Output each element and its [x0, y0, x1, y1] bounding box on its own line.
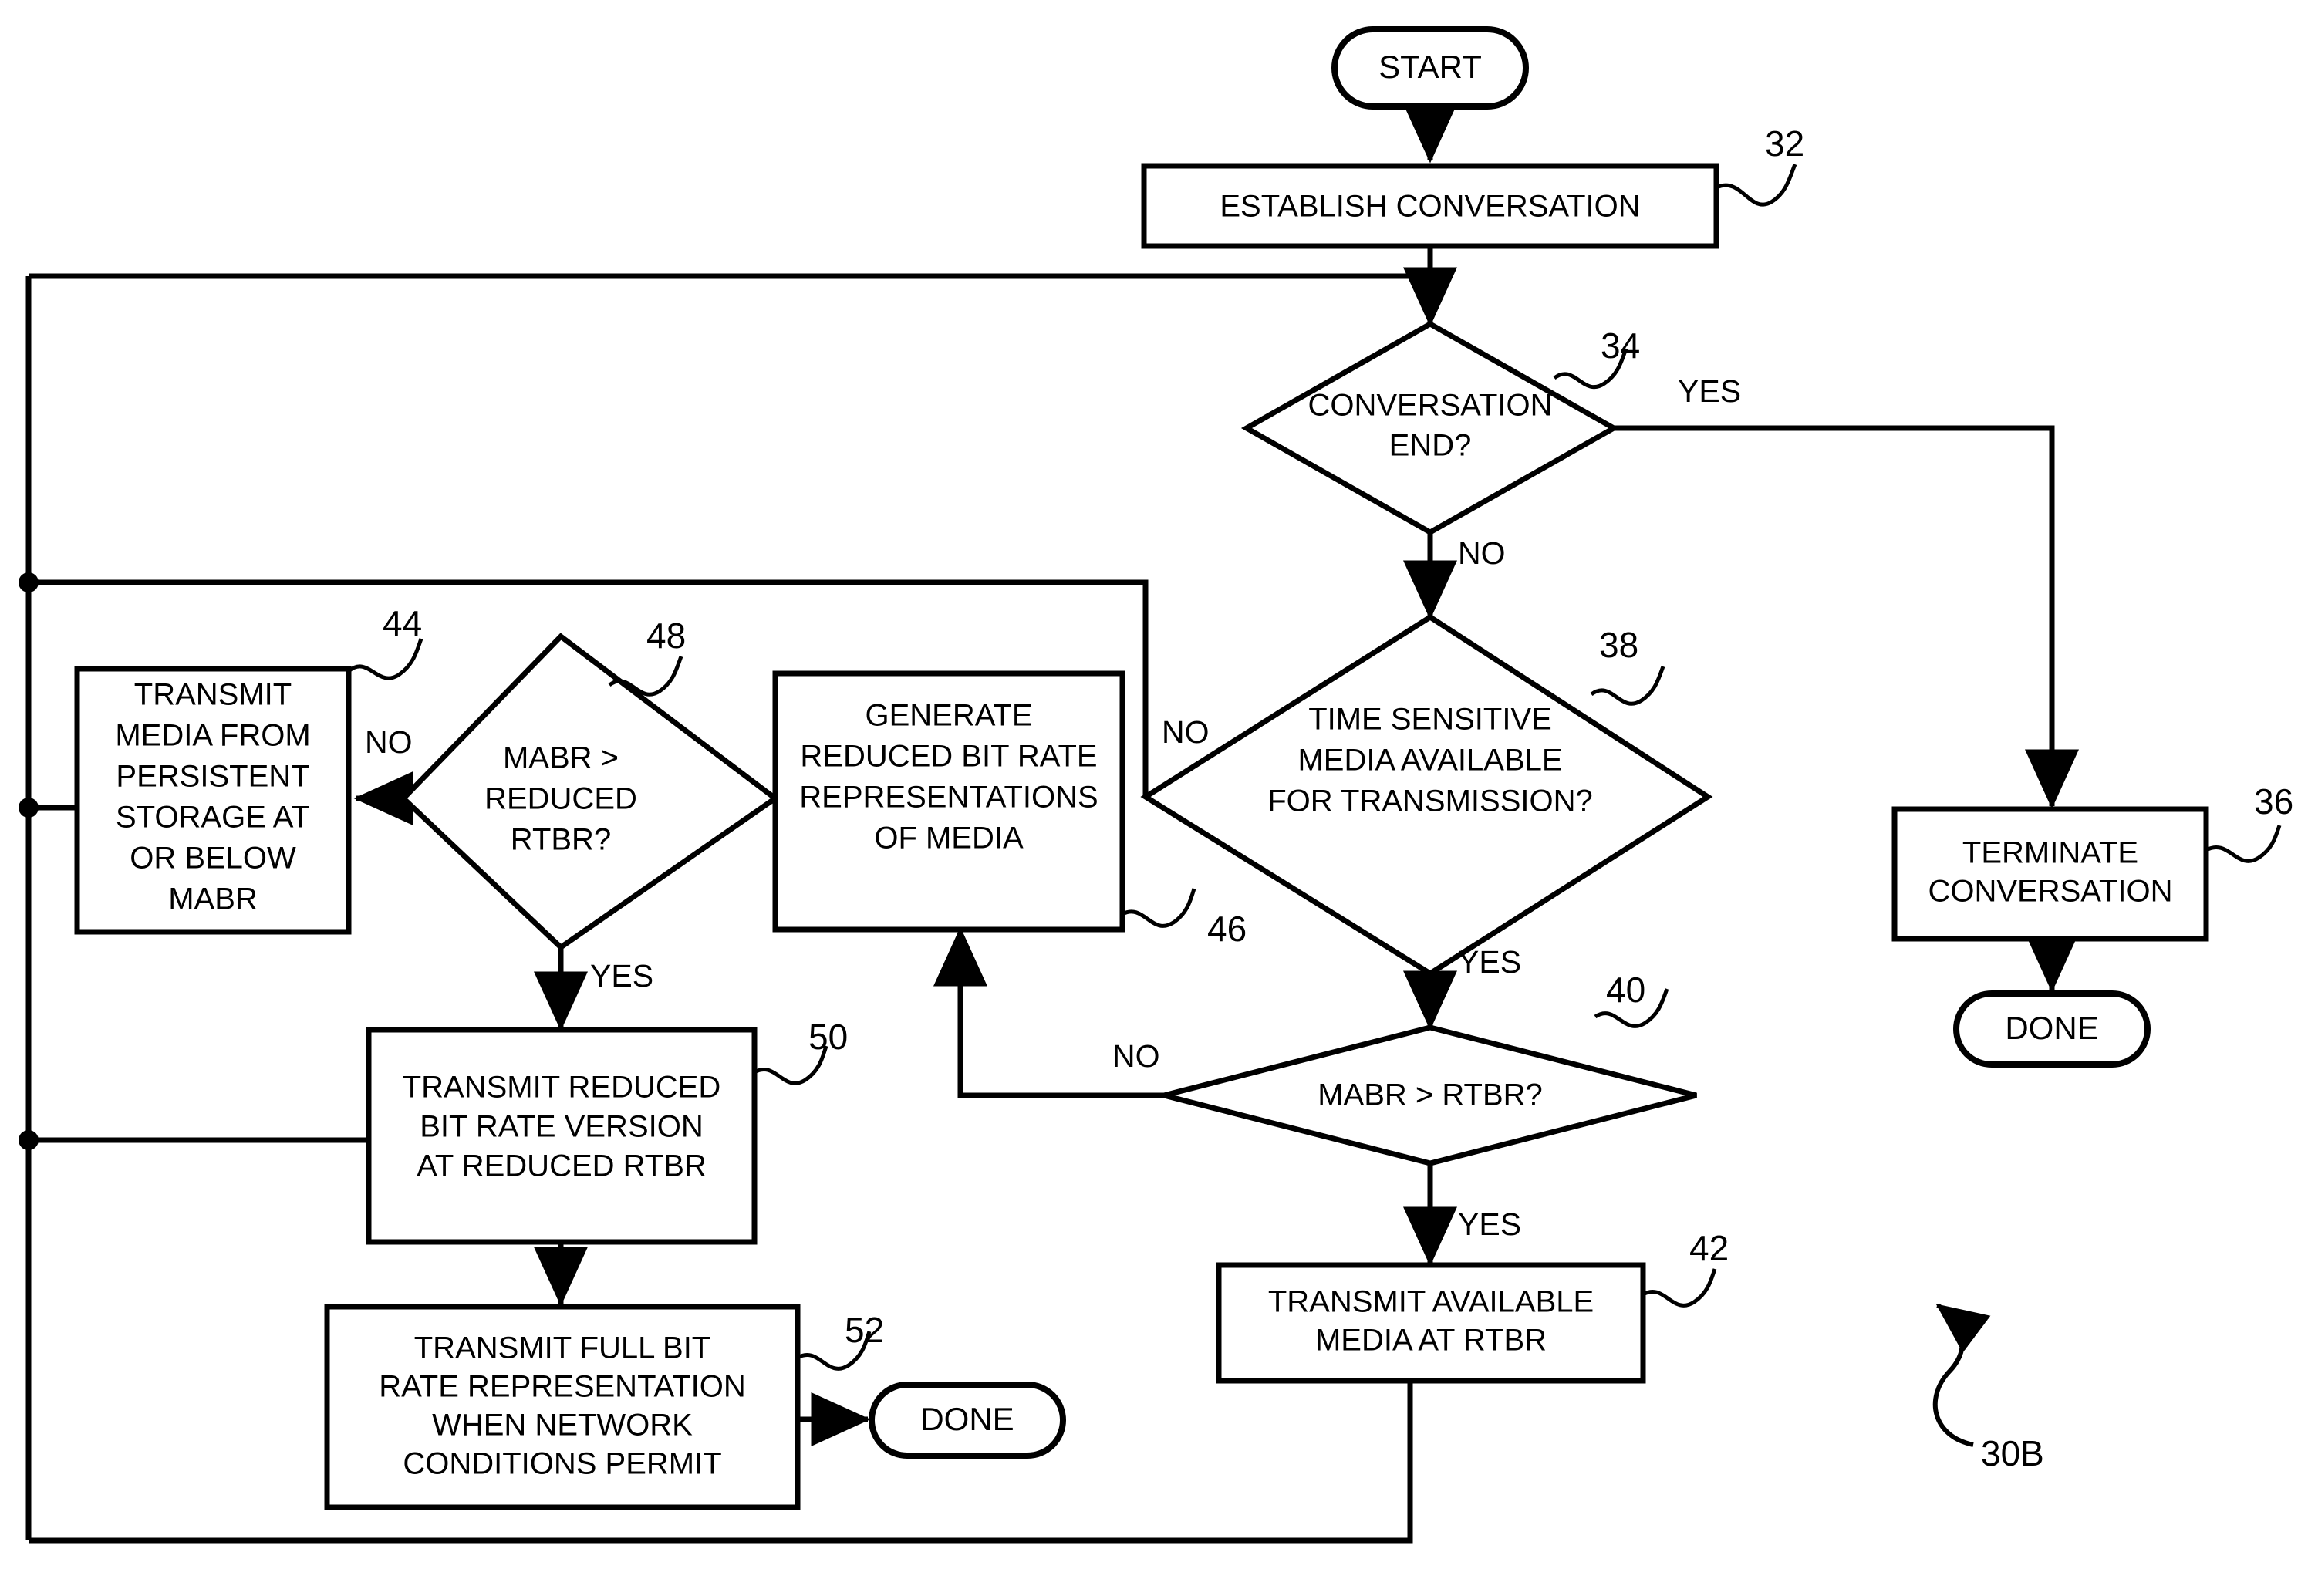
conversation-end-line-1: CONVERSATION	[1308, 389, 1552, 423]
terminate-line-1: TERMINATE	[1962, 836, 2138, 870]
node-mabr-gt-reduced-rtbr: MABR > REDUCED RTBR?	[400, 633, 780, 951]
persistent-line-3: PERSISTENT	[116, 760, 309, 794]
flowchart-figure: START ESTABLISH CONVERSATION 32 CONVERSA…	[0, 0, 2308, 1596]
leader-line-36	[2205, 825, 2282, 863]
node-done-right: DONE	[1953, 990, 2151, 1068]
start-label: START	[1378, 49, 1482, 85]
leader-line-46	[1121, 888, 1196, 928]
conversation-end-line-2: END?	[1389, 429, 1472, 463]
ref-number-44: 44	[383, 603, 422, 643]
ref-number-34: 34	[1601, 326, 1640, 366]
edge-label-mabr-reduced-no: NO	[365, 724, 413, 760]
time-sensitive-line-1: TIME SENSITIVE	[1308, 703, 1552, 737]
ref-number-46: 46	[1207, 909, 1247, 949]
transmit-reduced-line-3: AT REDUCED RTBR	[417, 1149, 707, 1183]
node-transmit-available-media: TRANSMIT AVAILABLE MEDIA AT RTBR	[1216, 1262, 1646, 1384]
transmit-available-line-2: MEDIA AT RTBR	[1315, 1324, 1547, 1358]
node-conversation-end: CONVERSATION END?	[1240, 320, 1620, 536]
done-right-label: DONE	[2005, 1010, 2098, 1046]
transmit-full-line-1: TRANSMIT FULL BIT	[414, 1331, 711, 1365]
ref-number-32: 32	[1765, 123, 1804, 164]
generate-line-1: GENERATE	[865, 699, 1032, 733]
terminate-line-2: CONVERSATION	[1928, 875, 2172, 909]
edge-label-mabr-rtbr-no: NO	[1112, 1038, 1160, 1074]
transmit-full-line-3: WHEN NETWORK	[432, 1409, 693, 1442]
mabr-reduced-line-2: REDUCED	[484, 782, 637, 816]
persistent-line-6: MABR	[168, 882, 258, 916]
node-done-left: DONE	[869, 1382, 1066, 1459]
edge-label-mabr-rtbr-yes: YES	[1458, 1206, 1521, 1242]
connector-conv-end-yes-to-terminate	[1614, 425, 2079, 809]
transmit-full-line-2: RATE REPRESENTATION	[379, 1370, 746, 1404]
ref-number-36: 36	[2254, 781, 2293, 822]
node-mabr-gt-rtbr: MABR > RTBR?	[1163, 1024, 1697, 1166]
persistent-line-1: TRANSMIT	[134, 678, 292, 712]
edge-label-time-sensitive-no: NO	[1162, 714, 1210, 750]
generate-line-4: OF MEDIA	[874, 822, 1024, 855]
transmit-reduced-line-2: BIT RATE VERSION	[420, 1110, 703, 1144]
transmit-full-line-4: CONDITIONS PERMIT	[403, 1447, 721, 1481]
ref-number-42: 42	[1689, 1228, 1729, 1268]
figure-callout-arrow	[1932, 1303, 1991, 1447]
node-transmit-reduced-bit-rate: TRANSMIT REDUCED BIT RATE VERSION AT RED…	[366, 1027, 758, 1245]
generate-line-2: REDUCED BIT RATE	[800, 740, 1097, 774]
junction-dot-top	[1422, 268, 1439, 285]
mabr-reduced-line-3: RTBR?	[511, 823, 611, 857]
node-generate-reduced-bit-rate: GENERATE REDUCED BIT RATE REPRESENTATION…	[772, 670, 1125, 933]
node-start: START	[1331, 26, 1529, 110]
persistent-line-5: OR BELOW	[130, 842, 296, 876]
persistent-line-4: STORAGE AT	[116, 801, 310, 835]
transmit-reduced-line-1: TRANSMIT REDUCED	[403, 1071, 721, 1105]
ref-number-48: 48	[646, 616, 686, 656]
ref-number-52: 52	[845, 1310, 884, 1350]
edge-label-conv-end-no: NO	[1458, 535, 1506, 571]
edge-label-mabr-reduced-yes: YES	[590, 958, 653, 994]
transmit-available-line-1: TRANSMIT AVAILABLE	[1268, 1285, 1594, 1319]
node-transmit-persistent-storage: TRANSMIT MEDIA FROM PERSISTENT STORAGE A…	[74, 666, 352, 935]
ref-number-50: 50	[808, 1017, 848, 1057]
time-sensitive-line-3: FOR TRANSMISSION?	[1267, 785, 1593, 818]
node-terminate-conversation: TERMINATE CONVERSATION	[1891, 806, 2209, 942]
persistent-line-2: MEDIA FROM	[115, 719, 310, 753]
generate-line-3: REPRESENTATIONS	[799, 781, 1098, 815]
mabr-rtbr-line-1: MABR > RTBR?	[1318, 1078, 1543, 1112]
done-left-label: DONE	[920, 1401, 1014, 1437]
establish-label: ESTABLISH CONVERSATION	[1220, 190, 1640, 224]
figure-reference-label: 30B	[1981, 1433, 2044, 1473]
leader-line-32	[1715, 164, 1797, 207]
leader-line-38	[1590, 666, 1665, 706]
leader-line-42	[1642, 1268, 1717, 1308]
edge-label-conv-end-yes: YES	[1678, 373, 1741, 409]
node-transmit-full-bit-rate: TRANSMIT FULL BIT RATE REPRESENTATION WH…	[324, 1304, 801, 1510]
mabr-reduced-line-1: MABR >	[503, 741, 619, 775]
node-establish-conversation: ESTABLISH CONVERSATION	[1141, 163, 1719, 249]
time-sensitive-line-2: MEDIA AVAILABLE	[1297, 744, 1562, 778]
ref-number-38: 38	[1599, 625, 1638, 665]
edge-label-time-sensitive-yes: YES	[1458, 944, 1521, 980]
ref-number-40: 40	[1606, 970, 1645, 1010]
leader-line-44	[347, 638, 423, 680]
flowchart-canvas: START ESTABLISH CONVERSATION 32 CONVERSA…	[19, 26, 2293, 1544]
